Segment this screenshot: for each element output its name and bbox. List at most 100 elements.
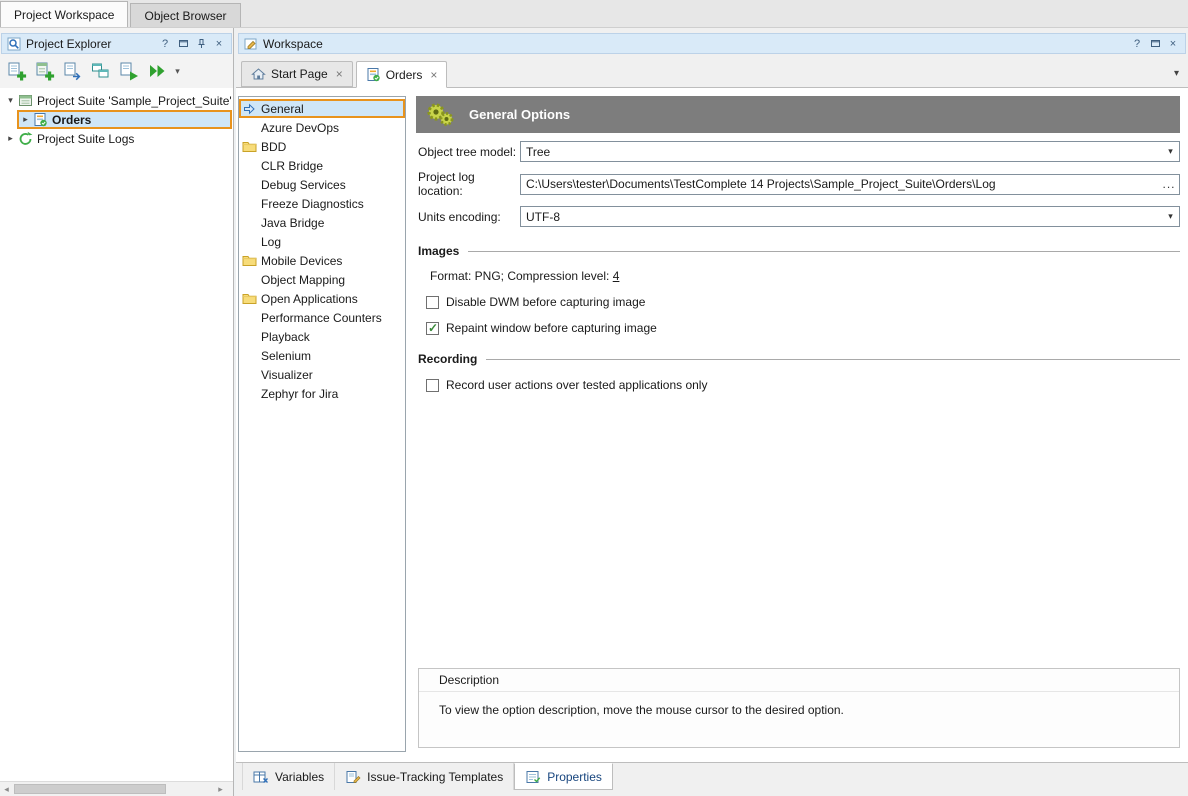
run-project-icon[interactable] [115, 58, 142, 85]
folder-icon [242, 292, 257, 305]
input-value: C:\Users\tester\Documents\TestComplete 1… [526, 177, 1159, 191]
run-project-suite-icon[interactable] [143, 58, 170, 85]
workspace-header-buttons: ?× [1130, 36, 1180, 51]
options-item-label: Selenium [261, 349, 311, 363]
options-item-playback[interactable]: Playback [239, 327, 405, 346]
compression-level-link[interactable]: 4 [613, 269, 620, 283]
close-icon[interactable]: × [1166, 36, 1180, 51]
doc-tab-label: Orders [386, 68, 423, 82]
checkbox-repaint-window-before-capturing-image[interactable] [426, 322, 439, 335]
options-item-mobile-devices[interactable]: Mobile Devices [239, 251, 405, 270]
options-item-debug-services[interactable]: Debug Services [239, 175, 405, 194]
scroll-left-icon[interactable]: ◂ [0, 782, 13, 796]
chevron-down-icon[interactable]: ▾ [1162, 146, 1179, 157]
bottom-tab-issue-tracking-templates[interactable]: Issue-Tracking Templates [335, 763, 514, 790]
bottom-tab-properties[interactable]: Properties [514, 763, 613, 790]
project-suite-icon [17, 93, 33, 108]
options-item-bdd[interactable]: BDD [239, 137, 405, 156]
options-item-zephyr-for-jira[interactable]: Zephyr for Jira [239, 384, 405, 403]
select-object-tree-model[interactable]: Tree▾ [520, 141, 1180, 162]
horizontal-scrollbar[interactable]: ◂ ▸ [0, 781, 233, 796]
add-project-suite-item-icon[interactable] [3, 58, 30, 85]
bottom-tab-label: Issue-Tracking Templates [367, 770, 503, 784]
checkbox-label: Repaint window before capturing image [446, 321, 657, 335]
scroll-right-icon[interactable]: ▸ [214, 782, 227, 796]
section-header-recording: Recording [416, 352, 1180, 366]
doc-tab-start-page[interactable]: Start Page × [241, 61, 353, 87]
tab-list-chevron-icon[interactable]: ▾ [1174, 68, 1179, 79]
chevron-collapsed-icon[interactable]: ▸ [19, 114, 32, 125]
options-item-label: CLR Bridge [261, 159, 323, 173]
tree-item-project-suite-logs[interactable]: ▸Project Suite Logs [0, 129, 233, 148]
options-item-performance-counters[interactable]: Performance Counters [239, 308, 405, 327]
home-icon [251, 67, 266, 81]
main-tab-object-browser[interactable]: Object Browser [130, 3, 240, 27]
toolbar-options-icon[interactable]: ▾ [171, 58, 184, 85]
select-value: UTF-8 [526, 210, 1162, 224]
document-area: General Azure DevOps BDD CLR Bridge Debug Se… [236, 87, 1188, 762]
bottom-tabbar: Variables Issue-Tracking Templates Propert… [236, 762, 1188, 796]
float-icon[interactable] [1148, 36, 1162, 51]
checkbox-label: Record user actions over tested applicat… [446, 378, 707, 392]
folder-icon [242, 254, 257, 267]
options-item-selenium[interactable]: Selenium [239, 346, 405, 365]
options-item-open-applications[interactable]: Open Applications [239, 289, 405, 308]
options-item-label: Azure DevOps [261, 121, 339, 135]
options-sections: ImagesFormat: PNG; Compression level: 4D… [416, 227, 1180, 392]
doc-tab-label: Start Page [271, 67, 328, 81]
options-item-visualizer[interactable]: Visualizer [239, 365, 405, 384]
tree-item-label: Project Suite 'Sample_Project_Suite' (1 … [33, 94, 232, 108]
description-box: Description To view the option descripti… [418, 668, 1180, 748]
variables-icon [253, 770, 269, 784]
image-format-text: Format: PNG; Compression level: [430, 269, 613, 283]
add-project-item-icon[interactable] [31, 58, 58, 85]
close-tab-icon[interactable]: × [430, 68, 437, 82]
chevron-collapsed-icon[interactable]: ▸ [4, 133, 17, 144]
options-item-label: Java Bridge [261, 216, 324, 230]
arrow-icon [242, 102, 256, 116]
options-item-freeze-diagnostics[interactable]: Freeze Diagnostics [239, 194, 405, 213]
options-item-general[interactable]: General [239, 99, 405, 118]
issue-templates-icon [345, 770, 361, 784]
options-item-log[interactable]: Log [239, 232, 405, 251]
doc-tab-orders[interactable]: Orders × [356, 61, 448, 88]
check-row-repaint-window-before-capturing-image: Repaint window before capturing image [416, 321, 1180, 335]
workspace-title: Workspace [263, 37, 1125, 51]
workspace-header: Workspace ?× [238, 33, 1186, 54]
pin-icon[interactable] [194, 36, 208, 51]
close-tab-icon[interactable]: × [336, 67, 343, 81]
bottom-tab-variables[interactable]: Variables [242, 763, 335, 790]
options-item-object-mapping[interactable]: Object Mapping [239, 270, 405, 289]
chevron-expanded-icon[interactable]: ▾ [4, 95, 17, 106]
description-text: To view the option description, move the… [419, 692, 1179, 717]
chevron-down-icon[interactable]: ▾ [1162, 211, 1179, 222]
project-icon [366, 67, 381, 82]
float-icon[interactable] [176, 36, 190, 51]
options-item-label: Mobile Devices [261, 254, 342, 268]
options-item-java-bridge[interactable]: Java Bridge [239, 213, 405, 232]
options-item-azure-devops[interactable]: Azure DevOps [239, 118, 405, 137]
add-existing-item-icon[interactable] [59, 58, 86, 85]
tree-item-project-suite-sample-project-suite-1-p[interactable]: ▾ Project Suite 'Sample_Project_Suite' (1… [0, 91, 233, 110]
tree-item-orders[interactable]: ▸Orders [0, 110, 233, 129]
options-item-clr-bridge[interactable]: CLR Bridge [239, 156, 405, 175]
field-label: Project log location: [418, 170, 520, 198]
options-item-label: Object Mapping [261, 273, 345, 287]
browse-button[interactable]: ... [1159, 177, 1179, 191]
image-format-info: Format: PNG; Compression level: 4 [430, 269, 1180, 283]
input-project-log-location[interactable]: C:\Users\tester\Documents\TestComplete 1… [520, 174, 1180, 195]
tree-item-inner: ▸Project Suite Logs [4, 129, 232, 148]
main-tab-project-workspace[interactable]: Project Workspace [0, 1, 128, 27]
options-item-label: Freeze Diagnostics [261, 197, 364, 211]
help-icon[interactable]: ? [1130, 36, 1144, 51]
project-explorer-header: Project Explorer ?× [1, 33, 232, 54]
checkbox-record-user-actions-over-tested-applications-only[interactable] [426, 379, 439, 392]
options-content: General Options Object tree model:Tree▾P… [416, 96, 1180, 752]
organize-items-icon[interactable] [87, 58, 114, 85]
scrollbar-thumb[interactable] [14, 784, 166, 794]
close-icon[interactable]: × [212, 36, 226, 51]
checkbox-disable-dwm-before-capturing-image[interactable] [426, 296, 439, 309]
options-item-label: BDD [261, 140, 286, 154]
help-icon[interactable]: ? [158, 36, 172, 51]
select-units-encoding[interactable]: UTF-8▾ [520, 206, 1180, 227]
